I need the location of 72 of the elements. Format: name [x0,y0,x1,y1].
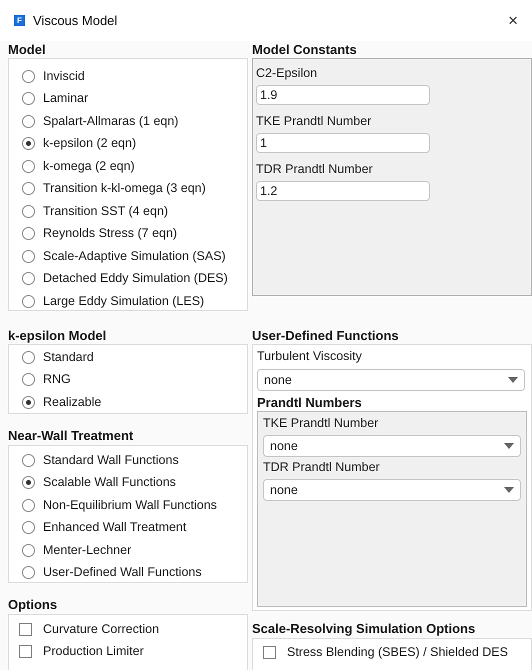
radio-button[interactable] [22,350,35,364]
radio-label: Enhanced Wall Treatment [43,519,186,536]
radio-label: RNG [43,371,71,388]
field-label: TKE Prandtl Number [263,415,380,432]
radio-label: Spalart-Allmaras (1 eqn) [43,112,178,130]
dropdown-arrow-icon [504,443,514,449]
radio-label: Standard [43,348,94,366]
radio-button[interactable] [22,454,35,467]
field-label: TDR Prandtl Number [263,459,381,476]
radio-button[interactable] [22,566,35,580]
radio-label: Laminar [43,90,88,108]
section-title: Model Constants [252,41,358,58]
app-icon: F [14,15,25,26]
radio-label: Inviscid [43,68,85,85]
number-field[interactable]: 1 [256,133,430,153]
radio-button[interactable] [22,498,35,512]
radio-label: k-epsilon (2 eqn) [43,135,136,152]
radio-label: Large Eddy Simulation (LES) [43,292,204,310]
checkbox-label: Production Limiter [43,643,144,660]
dropdown[interactable]: none [263,435,521,457]
checkbox-label: Stress Blending (SBES) / Shielded DES [287,644,508,661]
number-field[interactable]: 1.2 [256,181,430,201]
radio-label: Scale-Adaptive Simulation (SAS) [43,248,226,265]
checkbox[interactable] [19,645,32,658]
checkbox[interactable] [19,622,32,636]
radio-label: Detached Eddy Simulation (DES) [43,270,228,288]
field-label: TDR Prandtl Number [256,161,374,178]
radio-label: Transition k-kl-omega (3 eqn) [43,180,206,198]
radio-label: Realizable [43,394,102,411]
radio-label: Standard Wall Functions [43,452,179,469]
radio-label: k-omega (2 eqn) [43,158,135,175]
section-title: k-epsilon Model [8,327,108,344]
section-title: User-Defined Functions [252,327,400,344]
radio-button[interactable] [22,204,35,218]
radio-button[interactable] [22,396,35,409]
radio-button[interactable] [22,92,35,106]
dropdown-arrow-icon [504,487,514,493]
radio-button[interactable] [22,70,35,83]
field-label: Turbulent Viscosity [257,348,363,365]
section-title: Scale-Resolving Simulation Options [252,620,476,638]
radio-button[interactable] [22,521,35,534]
radio-label: Scalable Wall Functions [43,474,176,492]
radio-button[interactable] [22,182,35,196]
checkbox-label: Curvature Correction [43,620,160,638]
checkbox[interactable] [263,646,276,659]
radio-label: Non-Equilibrium Wall Functions [43,496,217,514]
radio-button[interactable] [22,476,35,490]
section-title: Options [8,596,58,614]
radio-button[interactable] [22,250,35,263]
radio-button[interactable] [22,373,35,386]
radio-label: Menter-Lechner [43,542,132,559]
dropdown[interactable]: none [263,479,521,501]
number-field[interactable]: 1.9 [256,85,430,105]
radio-button[interactable] [22,137,35,150]
field-label: TKE Prandtl Number [256,113,372,130]
dropdown-arrow-icon [508,377,518,383]
radio-button[interactable] [22,544,35,557]
close-button[interactable]: × [508,12,518,29]
radio-label: User-Defined Wall Functions [43,564,202,582]
radio-button[interactable] [22,272,35,286]
radio-button[interactable] [22,160,35,173]
dropdown[interactable]: none [257,369,525,391]
section-title: Near-Wall Treatment [8,427,134,445]
radio-label: Reynolds Stress (7 eqn) [43,225,178,242]
section-title: Model [8,41,47,58]
field-label: C2-Epsilon [256,65,318,82]
window-title: Viscous Model [33,12,118,30]
radio-button[interactable] [22,114,35,128]
radio-button[interactable] [22,227,35,240]
section-title: Prandtl Numbers [257,394,363,411]
radio-button[interactable] [22,294,35,308]
radio-label: Transition SST (4 eqn) [43,202,168,220]
